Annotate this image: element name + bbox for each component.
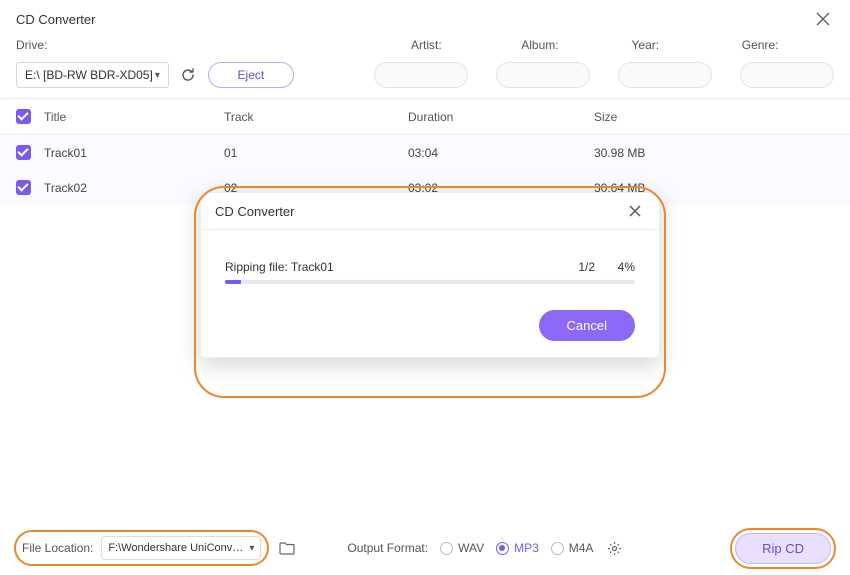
format-option-wav[interactable]: WAV [440,541,484,555]
format-settings-button[interactable] [605,539,623,557]
header-size: Size [594,110,834,124]
row-checkbox[interactable] [16,145,31,160]
refresh-button[interactable] [179,64,198,86]
format-option-m4a[interactable]: M4A [551,541,594,555]
rip-cd-highlight: Rip CD [730,528,836,569]
header-duration: Duration [408,110,594,124]
rip-cd-button[interactable]: Rip CD [735,533,831,564]
progress-dialog: CD Converter Ripping file: Track01 1/2 4… [200,192,660,358]
ripping-file-label: Ripping file: Track01 [225,260,545,274]
progress-bar [225,280,635,284]
output-format-label: Output Format: [347,541,428,555]
progress-fill [225,280,241,284]
year-input[interactable] [618,62,712,88]
file-location-label: File Location: [22,541,93,555]
cell-title: Track02 [44,181,224,195]
drive-selected-value: E:\ [BD-RW BDR-XD05] [25,68,153,82]
open-folder-button[interactable] [277,538,297,558]
close-icon [816,12,830,26]
cell-track: 01 [224,146,408,160]
refresh-icon [180,67,196,83]
album-input[interactable] [496,62,590,88]
track-table: Title Track Duration Size Track01 01 03:… [0,98,850,205]
format-option-mp3[interactable]: MP3 [496,541,539,555]
cell-title: Track01 [44,146,224,160]
progress-percent: 4% [595,260,635,274]
header-title: Title [44,110,224,124]
album-label: Album: [521,38,613,52]
output-format-group: Output Format: WAV MP3 M4A [347,539,623,557]
progress-count: 1/2 [545,260,595,274]
table-header: Title Track Duration Size [0,98,850,135]
close-icon [629,205,641,217]
cell-size: 30.98 MB [594,146,834,160]
file-location-dropdown[interactable]: F:\Wondershare UniConverter ▾ [101,536,261,560]
gear-icon [607,541,622,556]
dialog-close-button[interactable] [625,203,645,219]
radio-icon [496,542,509,555]
format-label-wav: WAV [458,541,484,555]
folder-icon [279,541,295,555]
artist-label: Artist: [411,38,503,52]
format-label-m4a: M4A [569,541,594,555]
chevron-down-icon: ▾ [155,70,160,81]
table-row[interactable]: Track01 01 03:04 30.98 MB [0,135,850,170]
close-button[interactable] [812,8,834,30]
header-track: Track [224,110,408,124]
file-location-highlight: File Location: F:\Wondershare UniConvert… [14,530,269,566]
drive-label: Drive: [16,38,411,52]
cell-duration: 03:04 [408,146,594,160]
chevron-down-icon: ▾ [249,543,254,554]
row-checkbox[interactable] [16,180,31,195]
dialog-title: CD Converter [215,204,294,219]
format-label-mp3: MP3 [514,541,539,555]
radio-icon [551,542,564,555]
file-location-value: F:\Wondershare UniConverter [108,542,249,554]
cancel-button[interactable]: Cancel [539,310,635,341]
window-title: CD Converter [16,12,95,27]
radio-icon [440,542,453,555]
genre-label: Genre: [742,38,834,52]
drive-dropdown[interactable]: E:\ [BD-RW BDR-XD05] ▾ [16,62,169,88]
select-all-checkbox[interactable] [16,109,31,124]
artist-input[interactable] [374,62,468,88]
genre-input[interactable] [740,62,834,88]
year-label: Year: [632,38,724,52]
eject-button[interactable]: Eject [208,62,294,88]
